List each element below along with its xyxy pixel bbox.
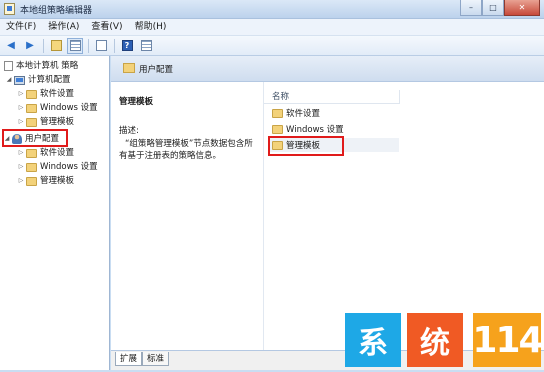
tab-standard[interactable]: 标准	[142, 352, 170, 366]
content-header: 用户配置	[111, 56, 544, 82]
tree-root[interactable]: 本地计算机 策略	[3, 59, 78, 73]
description-text: “组策略管理模板”节点数据包含所有基于注册表的策略信息。	[119, 139, 253, 161]
tree-item-computer-windows[interactable]: ▷ Windows 设置	[17, 101, 98, 115]
watermark-char-2: 统	[407, 313, 463, 367]
menu-action[interactable]: 操作(A)	[42, 19, 85, 36]
menu-view[interactable]: 查看(V)	[85, 19, 128, 36]
toolbar-separator	[114, 38, 115, 53]
folder-icon	[26, 176, 37, 186]
expand-arrow-icon[interactable]: ▷	[17, 174, 25, 188]
tree-item-label: Windows 设置	[40, 162, 98, 172]
list-item-software[interactable]: 软件设置	[269, 106, 399, 120]
title-bar: 本地组策略编辑器 – □ ✕	[0, 0, 544, 19]
minimize-button[interactable]: –	[460, 0, 482, 16]
list-item-windows[interactable]: Windows 设置	[269, 122, 399, 136]
description-label: 描述:	[119, 126, 139, 136]
tree-item-computer-software[interactable]: ▷ 软件设置	[17, 87, 74, 101]
back-icon[interactable]: ◀	[3, 38, 19, 54]
toolbar-separator	[43, 38, 44, 53]
folder-icon	[26, 162, 37, 172]
folder-icon	[26, 103, 37, 113]
expand-arrow-icon[interactable]: ▷	[17, 160, 25, 174]
filter-icon[interactable]	[138, 38, 154, 54]
tree-item-label: 管理模板	[40, 117, 75, 127]
expand-arrow-icon[interactable]: ▷	[17, 101, 25, 115]
content-header-title: 用户配置	[139, 65, 174, 75]
user-icon	[12, 134, 22, 144]
tree-item-label: 软件设置	[40, 89, 75, 99]
folder-icon	[26, 117, 37, 127]
description-pane: 管理模板 描述: “组策略管理模板”节点数据包含所有基于注册表的策略信息。	[111, 82, 263, 350]
tree-item-user-config[interactable]: ◢ 用户配置	[3, 132, 59, 146]
column-header-name[interactable]: 名称	[264, 90, 400, 104]
maximize-button[interactable]: □	[482, 0, 504, 16]
menu-file[interactable]: 文件(F)	[0, 19, 42, 36]
export-list-icon[interactable]	[93, 38, 109, 54]
items-list: 名称 软件设置 Windows 设置 管理模板	[263, 82, 544, 350]
folder-icon	[26, 148, 37, 158]
tree-item-label: 软件设置	[40, 148, 75, 158]
close-button[interactable]: ✕	[504, 0, 540, 16]
help-icon[interactable]: ?	[119, 38, 135, 54]
tree-item-label: 计算机配置	[28, 75, 71, 85]
expand-arrow-icon[interactable]: ▷	[17, 146, 25, 160]
up-folder-icon[interactable]	[48, 38, 64, 54]
tree-item-user-software[interactable]: ▷ 软件设置	[17, 146, 74, 160]
site-watermark-logo: 系 统 114	[345, 313, 544, 368]
tree-item-computer-admin-templates[interactable]: ▷ 管理模板	[17, 115, 74, 129]
collapse-arrow-icon[interactable]: ◢	[5, 73, 13, 87]
folder-icon	[272, 140, 283, 150]
tree-item-computer-config[interactable]: ◢ 计算机配置	[5, 73, 71, 87]
folder-icon	[272, 124, 283, 134]
list-item-admin-templates[interactable]: 管理模板	[269, 138, 399, 152]
tree-item-user-windows[interactable]: ▷ Windows 设置	[17, 160, 98, 174]
computer-icon	[14, 75, 25, 85]
window-title: 本地组策略编辑器	[20, 6, 93, 16]
tree-item-label: Windows 设置	[40, 103, 98, 113]
tree-item-label: 用户配置	[25, 134, 60, 144]
tree-item-label: 管理模板	[40, 176, 75, 186]
tree-root-label: 本地计算机 策略	[16, 61, 79, 71]
forward-icon[interactable]: ▶	[22, 38, 38, 54]
expand-arrow-icon[interactable]: ▷	[17, 87, 25, 101]
watermark-char-1: 系	[345, 313, 401, 367]
menu-bar: 文件(F) 操作(A) 查看(V) 帮助(H)	[0, 19, 544, 36]
policy-doc-icon	[4, 61, 13, 71]
list-item-label: 软件设置	[286, 109, 321, 119]
toolbar: ◀ ▶ ?	[0, 36, 544, 56]
collapse-arrow-icon[interactable]: ◢	[3, 132, 11, 146]
folder-icon	[272, 108, 283, 118]
navigation-tree: 本地计算机 策略 ◢ 计算机配置 ▷ 软件设置 ▷ Windows 设置 ▷ 管…	[0, 56, 110, 370]
list-item-label: Windows 设置	[286, 125, 344, 135]
expand-arrow-icon[interactable]: ▷	[17, 115, 25, 129]
list-item-label: 管理模板	[286, 141, 321, 151]
toolbar-separator	[88, 38, 89, 53]
folder-icon	[26, 89, 37, 99]
folder-icon	[123, 63, 135, 73]
gpedit-app-icon	[4, 3, 15, 15]
menu-help[interactable]: 帮助(H)	[129, 19, 173, 36]
tab-extended[interactable]: 扩展	[115, 352, 143, 366]
show-hide-tree-icon[interactable]	[67, 37, 83, 54]
watermark-number: 114	[472, 313, 544, 367]
window-controls: – □ ✕	[460, 0, 540, 17]
tree-item-user-admin-templates[interactable]: ▷ 管理模板	[17, 174, 74, 188]
description-title: 管理模板	[119, 97, 154, 107]
